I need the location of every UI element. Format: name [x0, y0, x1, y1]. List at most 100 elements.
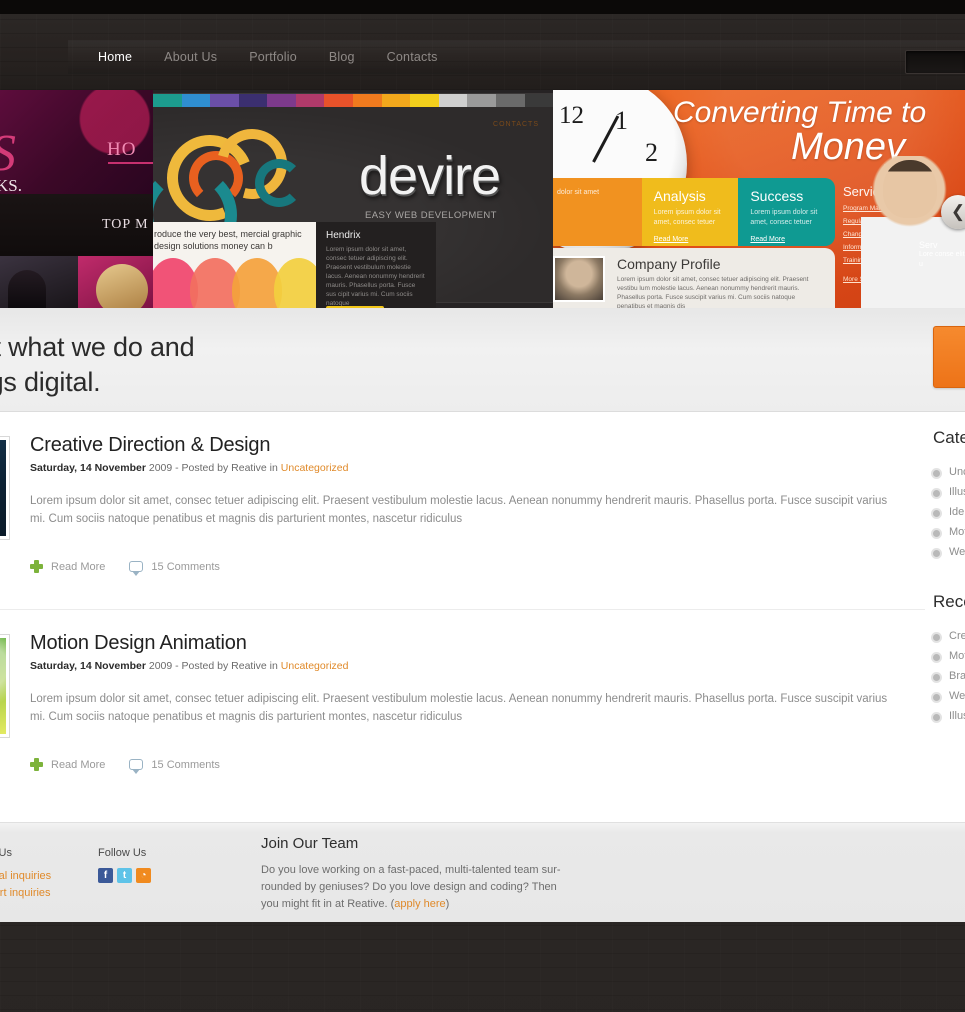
comments-link[interactable]: 15 Comments: [129, 758, 220, 774]
site-logo[interactable]: )): [0, 58, 16, 90]
nav-item-about-us[interactable]: About Us: [148, 40, 233, 74]
comment-bubble-icon: [129, 759, 144, 774]
company-profile-card: Company Profile Lorem ipsum dolor sit am…: [553, 248, 835, 308]
sidebar-category-item[interactable]: Identity: [933, 502, 965, 522]
slider-track: S HO KS. TOP M: [0, 90, 965, 308]
comments-label: 15 Comments: [151, 560, 220, 573]
read-more-label: Read More: [51, 560, 106, 573]
footer-email-column: Email Us General inquiries Support inqui…: [0, 847, 51, 902]
read-more-button[interactable]: Read More: [30, 560, 105, 573]
read-more-button[interactable]: Read More: [30, 758, 105, 771]
sidebar-categories-title: Categories: [933, 428, 965, 447]
slide-converting-right-column: Serv Lore conse elit u: [919, 240, 965, 270]
card-left: dolor sit amet: [553, 178, 642, 246]
slide-fashion-sub: TOP M: [102, 217, 149, 232]
blog-list: Creative Direction & Design Saturday, 14…: [0, 412, 925, 808]
nav-item-home[interactable]: Home: [82, 40, 148, 74]
slide-devire-card-text: roduce the very best, mercial graphic de…: [154, 229, 302, 251]
sidebar-category-item[interactable]: Web Design: [933, 542, 965, 562]
blog-post: Creative Direction & Design Saturday, 14…: [0, 412, 925, 610]
slide-fashion-cell-2: [78, 256, 153, 308]
tagline-bar: ate about what we do and n all things di…: [0, 308, 965, 412]
swirl-icon: [255, 159, 303, 207]
footer-join-column: Join Our Team Do you love working on a f…: [261, 835, 571, 913]
card-success-title: Success: [750, 188, 804, 204]
slide-devire-panel-title: Hendrix: [326, 230, 361, 241]
sidebar-recent-title: Recent Posts: [933, 592, 965, 611]
join-our-team-text: Do you love working on a fast-paced, mul…: [261, 862, 571, 913]
footer-general-inquiries-link[interactable]: General inquiries: [0, 868, 51, 885]
sidebar-category-item[interactable]: Motion: [933, 522, 965, 542]
sidebar-category-item[interactable]: Illustration: [933, 482, 965, 502]
post-title[interactable]: Creative Direction & Design: [30, 434, 925, 457]
card-analysis-text: Lorem ipsum dolor sit amet, consec tetue…: [653, 209, 721, 226]
slide-devire-tagline: EASY WEB DEVELOPMENT: [365, 210, 497, 221]
slide-converting-headline-1: Converting Time to: [673, 96, 927, 129]
slide-converting-right-text: Lore conse elit u: [919, 251, 965, 268]
slide-devire-contacts: CONTACTS: [493, 121, 539, 128]
card-analysis-link[interactable]: Read More: [654, 236, 689, 243]
twitter-icon[interactable]: t: [117, 868, 132, 883]
post-excerpt: Lorem ipsum dolor sit amet, consec tetue…: [30, 495, 888, 525]
join-text-part-2: ): [445, 898, 450, 910]
card-success-text: Lorem ipsum dolor sit amet, consec tetue…: [750, 209, 818, 226]
company-profile-text: Lorem ipsum dolor sit amet, consec tetue…: [617, 276, 809, 308]
main-nav: Home About Us Portfolio Blog Contacts: [68, 41, 965, 73]
rss-icon[interactable]: ◔: [136, 868, 151, 883]
slide-fashion-strip: [0, 256, 153, 308]
nav-item-contacts[interactable]: Contacts: [371, 40, 454, 74]
person-photo: [861, 156, 965, 308]
slide-devire-canvas: CONTACTS devire EASY WEB DEVELOPMENT ⟶ r…: [153, 107, 553, 308]
slide-devire[interactable]: CONTACTS devire EASY WEB DEVELOPMENT ⟶ r…: [153, 90, 553, 308]
sidebar-recent-item[interactable]: Web Development: [933, 686, 965, 706]
comments-link[interactable]: 15 Comments: [129, 560, 220, 576]
company-profile-title: Company Profile: [617, 256, 721, 272]
post-thumbnail[interactable]: [0, 436, 10, 540]
plus-icon: [30, 758, 43, 771]
facebook-icon[interactable]: f: [98, 868, 113, 883]
browser-top-strip: [0, 0, 965, 14]
sidebar-recent-item[interactable]: Motion Design: [933, 646, 965, 666]
comments-label: 15 Comments: [151, 758, 220, 771]
card-success-link[interactable]: Read More: [750, 236, 785, 243]
avatar: [553, 256, 605, 302]
slide-devire-logo: devire: [359, 146, 501, 206]
slide-devire-blobs: [153, 258, 316, 308]
search-input[interactable]: [906, 51, 965, 73]
footer-email-title: Email Us: [0, 847, 13, 859]
card-success: Success Lorem ipsum dolor sit amet, cons…: [738, 178, 835, 246]
nav-item-portfolio[interactable]: Portfolio: [233, 40, 313, 74]
site-header: )) Home About Us Portfolio Blog Contacts: [0, 14, 965, 90]
search-box[interactable]: [905, 50, 965, 74]
post-title[interactable]: Motion Design Animation: [30, 632, 925, 655]
slide-fashion-cell-1: [0, 256, 78, 308]
sidebar-recent-item[interactable]: Brand Identity: [933, 666, 965, 686]
blog-post: Motion Design Animation Saturday, 14 Nov…: [0, 610, 925, 808]
footer-support-inquiries-link[interactable]: Support inquiries: [0, 885, 51, 902]
slide-fashion-script: S: [0, 124, 16, 183]
slide-devire-card: roduce the very best, mercial graphic de…: [153, 222, 316, 308]
sidebar-recent-item[interactable]: Illustration Work: [933, 706, 965, 726]
sidebar-category-item[interactable]: Uncategorized: [933, 462, 965, 482]
slide-fashion[interactable]: S HO KS. TOP M: [0, 90, 153, 308]
card-left-text: dolor sit amet: [557, 189, 600, 196]
clock-number-12: 12: [559, 102, 584, 129]
card-analysis: Analysis Lorem ipsum dolor sit amet, con…: [641, 178, 739, 246]
sidebar-recent-item[interactable]: Creative Direction: [933, 626, 965, 646]
nav-item-blog[interactable]: Blog: [313, 40, 371, 74]
tagline-text: ate about what we do and n all things di…: [0, 332, 195, 397]
post-author: 2009 - Posted by Reative in: [145, 462, 281, 474]
post-category-link[interactable]: Uncategorized: [281, 660, 349, 672]
tagline-cta-button[interactable]: [933, 326, 965, 388]
post-thumbnail[interactable]: [0, 634, 10, 738]
post-actions: Read More 15 Comments: [30, 560, 925, 576]
main-navigation-bar: Home About Us Portfolio Blog Contacts: [68, 40, 965, 74]
hero-slider: S HO KS. TOP M: [0, 90, 965, 308]
social-links: f t ◔: [98, 868, 151, 883]
slide-devire-panel-text: Lorem ipsum dolor sit amet, consec tetue…: [326, 246, 425, 307]
apply-here-link[interactable]: apply here: [394, 898, 445, 910]
slide-converting-time[interactable]: 12 1 2 3 THU 1 Converting Time to Money …: [553, 90, 965, 308]
post-category-link[interactable]: Uncategorized: [281, 462, 349, 474]
plus-icon: [30, 560, 43, 573]
read-more-label: Read More: [51, 758, 106, 771]
